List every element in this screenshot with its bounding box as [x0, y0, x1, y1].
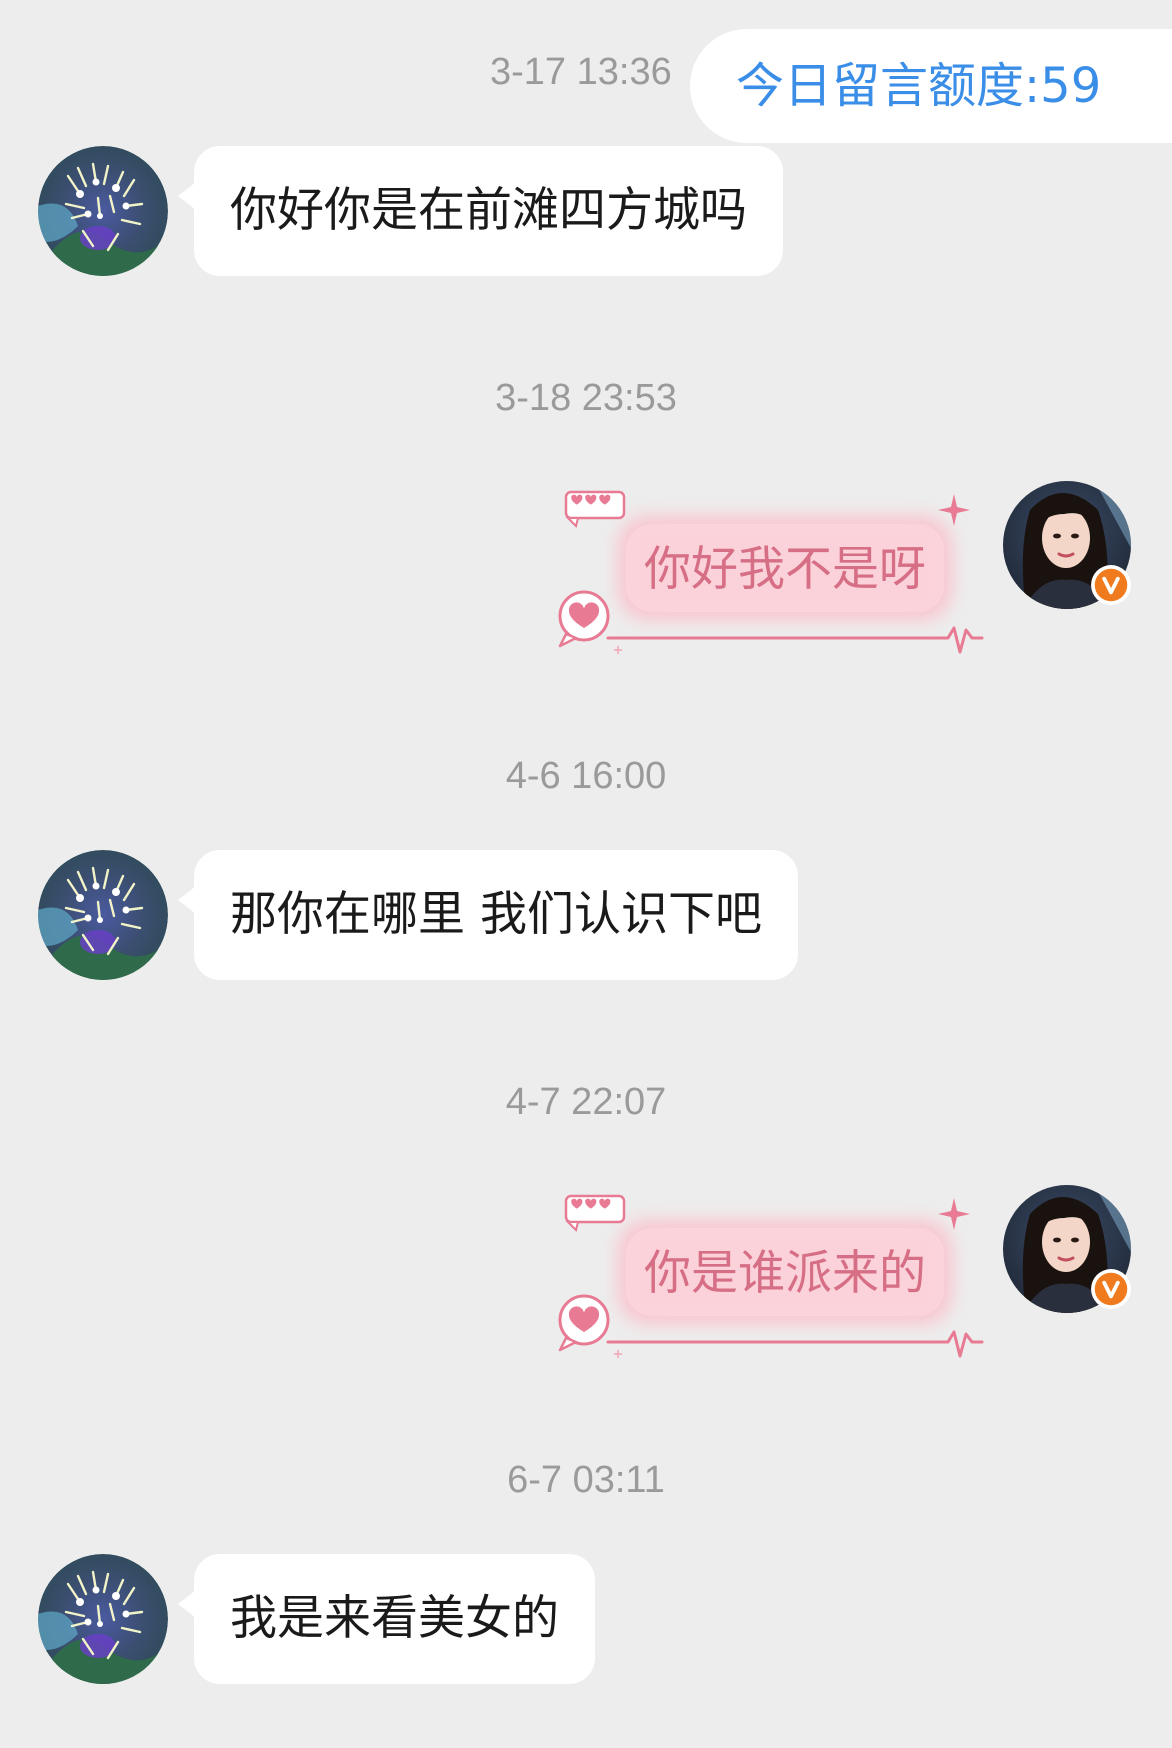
message-text: 你是谁派来的 — [644, 1246, 926, 1301]
verified-badge-icon — [1090, 1268, 1132, 1310]
other-user-avatar[interactable] — [38, 850, 168, 980]
incoming-message-bubble[interactable]: 你好你是在前滩四方城吗 — [178, 146, 783, 276]
message-text: 那你在哪里 我们认识下吧 — [230, 887, 762, 942]
message-text: 你好你是在前滩四方城吗 — [230, 183, 747, 238]
outgoing-message-bubble[interactable]: 你是谁派来的 — [556, 1188, 984, 1376]
outgoing-message-bubble[interactable]: 你好我不是呀 — [556, 484, 984, 672]
incoming-message-bubble[interactable]: 我是来看美女的 — [178, 1554, 595, 1684]
incoming-message-bubble[interactable]: 那你在哪里 我们认识下吧 — [178, 850, 798, 980]
message-timestamp: 3-18 23:53 — [495, 377, 677, 419]
self-avatar[interactable] — [1002, 1184, 1132, 1314]
message-quota-pill: 今日留言额度:59 — [690, 29, 1172, 143]
other-user-avatar[interactable] — [38, 1554, 168, 1684]
self-avatar[interactable] — [1002, 480, 1132, 610]
message-text: 你好我不是呀 — [644, 542, 926, 597]
other-user-avatar[interactable] — [38, 146, 168, 276]
message-timestamp: 3-17 13:36 — [490, 51, 672, 93]
message-timestamp: 4-6 16:00 — [505, 755, 667, 797]
verified-badge-icon — [1090, 564, 1132, 606]
message-text: 我是来看美女的 — [230, 1591, 559, 1646]
message-timestamp: 6-7 03:11 — [507, 1459, 665, 1501]
message-timestamp: 4-7 22:07 — [505, 1081, 667, 1123]
